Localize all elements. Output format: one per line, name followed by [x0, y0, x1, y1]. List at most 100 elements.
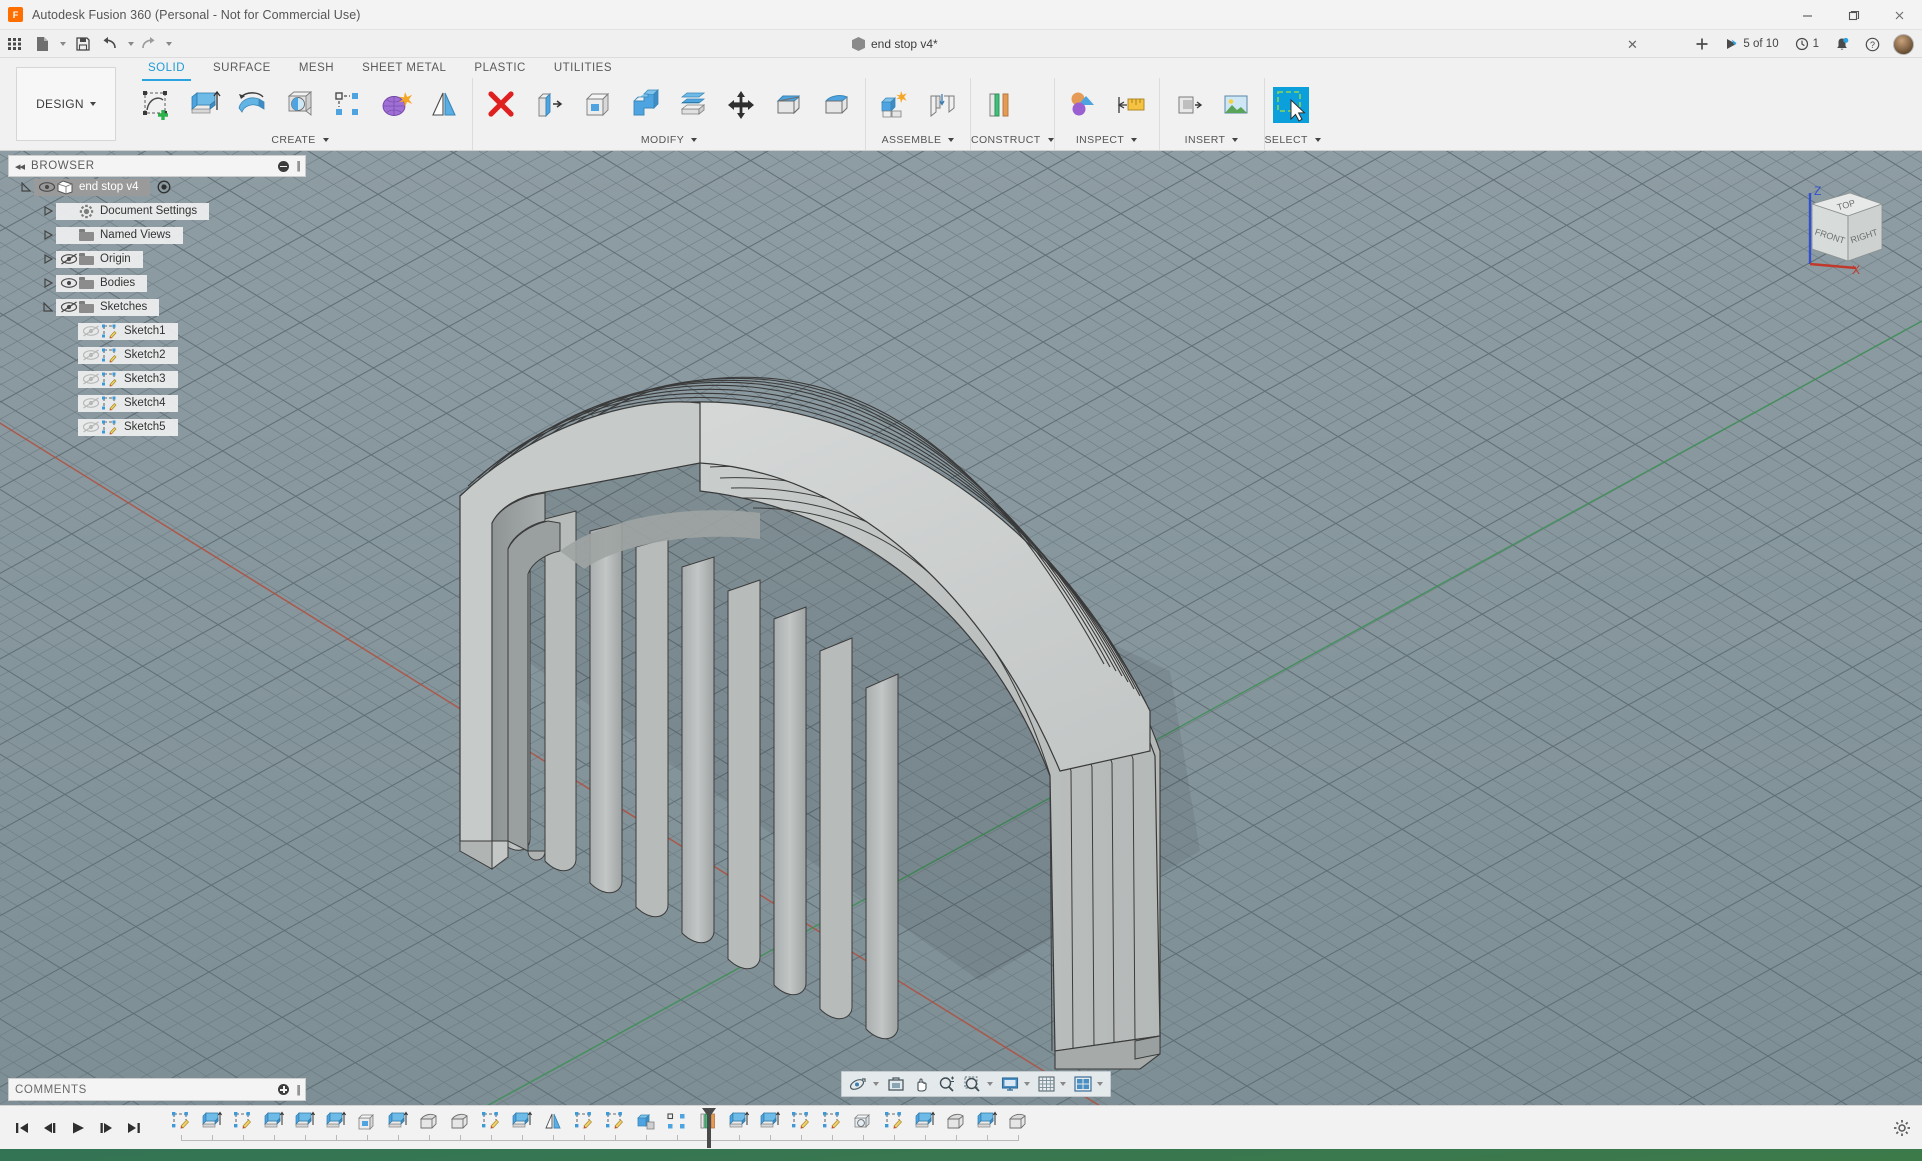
timeline-feature-11[interactable] [480, 1111, 504, 1135]
browser-item-sketch2[interactable]: Sketch2 [8, 345, 306, 365]
timeline-feature-13[interactable] [542, 1111, 566, 1135]
new-file-icon[interactable] [30, 32, 54, 56]
visibility-eye-icon[interactable] [81, 419, 101, 436]
visibility-eye-icon[interactable] [81, 347, 101, 364]
browser-item-document-settings[interactable]: Document Settings [8, 201, 306, 221]
move-copy-icon[interactable] [717, 81, 765, 129]
add-comment-icon[interactable] [278, 1084, 290, 1095]
maximize-button[interactable] [1830, 0, 1876, 30]
visibility-eye-icon[interactable] [37, 179, 57, 196]
timeline-feature-22[interactable] [821, 1111, 845, 1135]
grid-snaps-icon[interactable] [1034, 1073, 1070, 1095]
document-tab-close-icon[interactable]: ✕ [1627, 37, 1638, 53]
new-component-icon[interactable] [870, 81, 918, 129]
joint-icon[interactable] [918, 81, 966, 129]
undo-dropdown-icon[interactable] [122, 32, 136, 56]
browser-item-origin[interactable]: Origin [8, 249, 306, 269]
create-sketch-icon[interactable] [132, 81, 180, 129]
revolve-icon[interactable] [228, 81, 276, 129]
twisty-toggle[interactable] [40, 225, 56, 245]
timeline-feature-24[interactable] [883, 1111, 907, 1135]
timeline-feature-9[interactable] [418, 1111, 442, 1135]
timeline-feature-21[interactable] [790, 1111, 814, 1135]
press-pull-icon[interactable] [525, 81, 573, 129]
visibility-eye-icon[interactable] [59, 251, 79, 268]
timeline-feature-26[interactable] [945, 1111, 969, 1135]
timeline-feature-27[interactable] [976, 1111, 1000, 1135]
mirror-icon[interactable] [420, 81, 468, 129]
app-grid-icon[interactable] [0, 32, 30, 56]
comments-panel[interactable]: COMMENTS ||| [8, 1078, 306, 1101]
jobs-status-button[interactable]: 5 of 10 [1718, 32, 1785, 56]
form-icon[interactable] [372, 81, 420, 129]
browser-item-sketch5[interactable]: Sketch5 [8, 417, 306, 437]
save-icon[interactable] [68, 32, 98, 56]
timeline-feature-25[interactable] [914, 1111, 938, 1135]
timeline-feature-6[interactable] [325, 1111, 349, 1135]
browser-item-end-stop-v4[interactable]: end stop v4 [8, 177, 306, 197]
sweep-icon[interactable] [276, 81, 324, 129]
tab-surface[interactable]: SURFACE [199, 58, 285, 78]
avatar[interactable] [1893, 33, 1914, 55]
timeline-marker[interactable] [701, 1108, 716, 1148]
zoom-window-icon[interactable] [960, 1073, 997, 1095]
browser-item-sketch1[interactable]: Sketch1 [8, 321, 306, 341]
step-back-button[interactable] [38, 1113, 62, 1143]
pan-icon[interactable] [909, 1073, 934, 1095]
history-button[interactable]: 1 [1788, 32, 1826, 56]
section-analysis-icon[interactable] [1059, 81, 1107, 129]
activate-component-radio[interactable] [157, 180, 171, 194]
tab-sheet-metal[interactable]: SHEET METAL [348, 58, 460, 78]
panel-select-label[interactable]: SELECT [1265, 131, 1321, 148]
redo-icon[interactable] [136, 32, 160, 56]
timeline-feature-7[interactable] [356, 1111, 380, 1135]
timeline-feature-20[interactable] [759, 1111, 783, 1135]
undo-icon[interactable] [98, 32, 122, 56]
step-forward-button[interactable] [94, 1113, 118, 1143]
go-to-end-button[interactable] [122, 1113, 146, 1143]
select-icon[interactable] [1269, 83, 1313, 127]
browser-item-bodies[interactable]: Bodies [8, 273, 306, 293]
visibility-eye-icon[interactable] [81, 323, 101, 340]
document-tab[interactable]: end stop v4* [838, 30, 952, 58]
browser-item-sketch3[interactable]: Sketch3 [8, 369, 306, 389]
pattern-icon[interactable] [324, 81, 372, 129]
play-button[interactable] [66, 1113, 90, 1143]
visibility-eye-icon[interactable] [59, 275, 79, 292]
browser-collapse-all-icon[interactable] [278, 160, 290, 172]
visibility-eye-icon[interactable] [81, 371, 101, 388]
twisty-toggle[interactable] [40, 249, 56, 269]
comments-resize-grip[interactable]: ||| [296, 1084, 300, 1096]
panel-assemble-label[interactable]: ASSEMBLE [866, 131, 970, 148]
tab-mesh[interactable]: MESH [285, 58, 348, 78]
new-tab-button[interactable] [1688, 32, 1716, 56]
notifications-bell-icon[interactable] [1828, 32, 1856, 56]
offset-plane-icon[interactable] [975, 81, 1023, 129]
timeline-feature-1[interactable] [170, 1111, 194, 1135]
timeline-feature-28[interactable] [1007, 1111, 1031, 1135]
timeline-feature-23[interactable] [852, 1111, 876, 1135]
chamfer-icon[interactable] [813, 81, 861, 129]
tab-solid[interactable]: SOLID [134, 58, 199, 81]
panel-create-label[interactable]: CREATE [128, 131, 472, 148]
viewports-icon[interactable] [1070, 1073, 1107, 1095]
panel-modify-label[interactable]: MODIFY [473, 131, 865, 148]
new-file-dropdown-icon[interactable] [54, 32, 68, 56]
twisty-toggle[interactable] [40, 201, 56, 221]
visibility-eye-icon[interactable] [59, 299, 79, 316]
close-button[interactable] [1876, 0, 1922, 30]
delete-icon[interactable] [477, 81, 525, 129]
help-icon[interactable]: ? [1858, 32, 1887, 56]
combine-icon[interactable] [621, 81, 669, 129]
insert-derive-icon[interactable] [1164, 81, 1212, 129]
look-at-icon[interactable] [883, 1073, 909, 1095]
visibility-eye-icon[interactable] [81, 395, 101, 412]
tab-utilities[interactable]: UTILITIES [540, 58, 626, 78]
offset-face-icon[interactable] [669, 81, 717, 129]
browser-collapse-icon[interactable]: ◂◂ [15, 160, 25, 173]
extrude-icon[interactable] [180, 81, 228, 129]
twisty-toggle[interactable] [40, 297, 56, 317]
panel-inspect-label[interactable]: INSPECT [1055, 131, 1159, 148]
browser-item-named-views[interactable]: Named Views [8, 225, 306, 245]
twisty-toggle[interactable] [40, 273, 56, 293]
